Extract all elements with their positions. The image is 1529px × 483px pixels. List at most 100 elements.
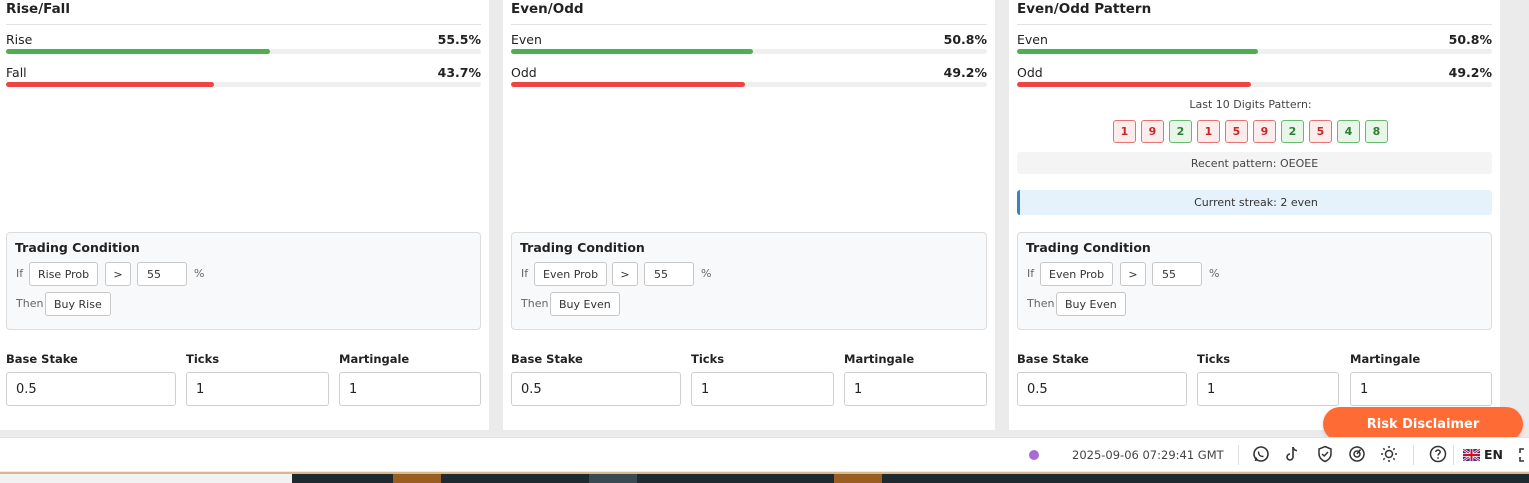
os-taskbar	[0, 472, 1529, 483]
even-odd-panel: Even/Odd Even 50.8% Odd 49.2% Trading Co…	[503, 0, 995, 430]
operator-select[interactable]: >	[105, 262, 131, 286]
digit-box: 8	[1365, 120, 1388, 143]
digit-box: 2	[1169, 120, 1192, 143]
divider	[1017, 24, 1492, 25]
even-progress-fill	[1017, 49, 1259, 54]
base-stake-input[interactable]: 0.5	[511, 372, 681, 406]
trading-condition-title: Trading Condition	[15, 240, 140, 255]
ticks-input[interactable]: 1	[186, 372, 329, 406]
odd-label: Odd	[1017, 65, 1043, 80]
even-progress-track	[1017, 49, 1492, 54]
odd-value: 49.2%	[1448, 65, 1492, 80]
rise-progress-track	[6, 49, 481, 54]
base-stake-label: Base Stake	[511, 352, 583, 366]
shield-icon[interactable]	[1315, 444, 1335, 464]
help-icon[interactable]	[1428, 444, 1448, 464]
martingale-input[interactable]: 1	[339, 372, 481, 406]
ticks-label: Ticks	[691, 352, 725, 366]
digit-box: 9	[1253, 120, 1276, 143]
action-select[interactable]: Buy Even	[550, 292, 620, 316]
current-streak: Current streak: 2 even	[1017, 190, 1492, 215]
ticks-label: Ticks	[1197, 352, 1231, 366]
ticks-input[interactable]: 1	[1197, 372, 1339, 406]
rise-progress-fill	[6, 49, 270, 54]
risk-disclaimer-button[interactable]: Risk Disclaimer	[1323, 407, 1523, 441]
whatsapp-icon[interactable]	[1251, 444, 1271, 464]
ticks-input[interactable]: 1	[691, 372, 834, 406]
fall-label: Fall	[6, 65, 27, 80]
fullscreen-icon[interactable]	[1519, 448, 1529, 462]
condition-select[interactable]: Rise Prob	[29, 262, 99, 286]
divider	[511, 24, 987, 25]
base-stake-input[interactable]: 0.5	[1017, 372, 1187, 406]
operator-select[interactable]: >	[1120, 262, 1146, 286]
trading-condition-box: Trading Condition If Even Prob > 55 % Th…	[1017, 232, 1492, 330]
martingale-label: Martingale	[844, 352, 915, 366]
odd-progress-fill	[511, 82, 746, 87]
divider	[6, 24, 481, 25]
percent-unit: %	[701, 267, 712, 280]
server-time: 2025-09-06 07:29:41 GMT	[1072, 448, 1224, 462]
digit-box: 2	[1281, 120, 1304, 143]
digit-box: 5	[1225, 120, 1248, 143]
digit-box: 5	[1309, 120, 1332, 143]
digit-box: 1	[1197, 120, 1220, 143]
even-odd-pattern-panel: Even/Odd Pattern Even 50.8% Odd 49.2% La…	[1009, 0, 1500, 430]
trading-condition-title: Trading Condition	[520, 240, 645, 255]
condition-select[interactable]: Even Prob	[534, 262, 608, 286]
base-stake-input[interactable]: 0.5	[6, 372, 176, 406]
trading-condition-title: Trading Condition	[1026, 240, 1151, 255]
taskbar-search-area[interactable]	[0, 474, 292, 483]
rise-fall-panel: Rise/Fall Rise 55.5% Fall 43.7% Trading …	[0, 0, 489, 430]
base-stake-label: Base Stake	[1017, 352, 1089, 366]
tiktok-icon[interactable]	[1282, 444, 1302, 464]
panel-title: Rise/Fall	[6, 1, 70, 17]
ticks-label: Ticks	[186, 352, 220, 366]
odd-progress-track	[511, 82, 987, 87]
even-label: Even	[511, 32, 542, 47]
fall-progress-fill	[6, 82, 214, 87]
sun-icon[interactable]	[1379, 444, 1399, 464]
even-label: Even	[1017, 32, 1048, 47]
divider	[1413, 445, 1414, 465]
then-label: Then	[16, 297, 44, 310]
operator-select[interactable]: >	[612, 262, 638, 286]
percent-unit: %	[1209, 267, 1220, 280]
taskbar-app-item[interactable]	[393, 474, 441, 483]
rise-label: Rise	[6, 32, 33, 47]
uk-flag-icon[interactable]	[1463, 449, 1480, 461]
taskbar-app-item[interactable]	[589, 474, 637, 483]
trading-condition-box: Trading Condition If Even Prob > 55 % Th…	[511, 232, 987, 330]
percent-unit: %	[194, 267, 205, 280]
even-value: 50.8%	[1448, 32, 1492, 47]
divider	[1453, 445, 1454, 465]
martingale-input[interactable]: 1	[1350, 372, 1492, 406]
odd-progress-fill	[1017, 82, 1251, 87]
then-label: Then	[521, 297, 549, 310]
language-selector[interactable]: EN	[1484, 447, 1503, 462]
even-value: 50.8%	[943, 32, 987, 47]
if-label: If	[16, 267, 24, 280]
digit-box: 1	[1113, 120, 1136, 143]
martingale-input[interactable]: 1	[844, 372, 987, 406]
odd-label: Odd	[511, 65, 537, 80]
digits-pattern-title: Last 10 Digits Pattern:	[1189, 98, 1312, 111]
taskbar-app-item[interactable]	[834, 474, 882, 483]
rise-value: 55.5%	[437, 32, 481, 47]
threshold-input[interactable]: 55	[137, 262, 187, 286]
connection-status-dot	[1029, 450, 1039, 460]
if-label: If	[1027, 267, 1035, 280]
digit-box: 4	[1337, 120, 1360, 143]
threshold-input[interactable]: 55	[1152, 262, 1202, 286]
footer-bar: 2025-09-06 07:29:41 GMT EN	[0, 437, 1529, 471]
panel-title: Even/Odd	[511, 1, 584, 17]
action-select[interactable]: Buy Even	[1056, 292, 1126, 316]
digits-pattern-row: 1921592548	[1009, 120, 1492, 143]
threshold-input[interactable]: 55	[644, 262, 694, 286]
even-progress-track	[511, 49, 987, 54]
action-select[interactable]: Buy Rise	[45, 292, 111, 316]
condition-select[interactable]: Even Prob	[1040, 262, 1114, 286]
if-label: If	[521, 267, 529, 280]
panel-title: Even/Odd Pattern	[1017, 1, 1152, 17]
gauge-icon[interactable]	[1347, 444, 1367, 464]
